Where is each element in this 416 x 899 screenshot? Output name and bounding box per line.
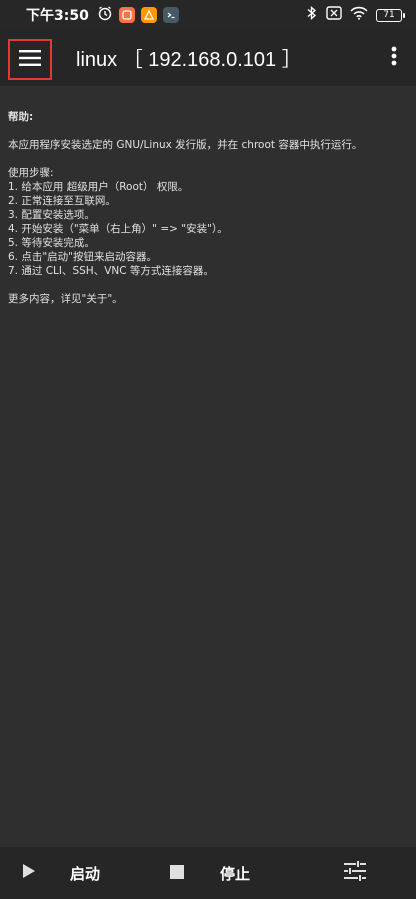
start-label: 启动 — [70, 864, 101, 883]
page-title: linux ［ 192.168.0.101 ］ — [76, 49, 302, 71]
steps-title: 使用步骤: — [8, 167, 54, 179]
bluetooth-icon — [306, 5, 318, 25]
status-system-icons: 71 — [306, 5, 405, 25]
navigation-menu-button[interactable] — [8, 39, 52, 80]
battery-icon: 71 — [376, 8, 405, 22]
app-notification-icon — [118, 7, 135, 23]
screen: 下午3:50 71 linux ［ 192.168.0.101 ］ 帮助: 本应… — [0, 0, 416, 899]
app-notification-icon-2 — [140, 7, 157, 23]
alarm-icon — [97, 5, 113, 25]
step-item: 5. 等待安装完成。 — [8, 237, 95, 249]
wifi-icon — [350, 6, 368, 24]
properties-button[interactable] — [344, 847, 366, 899]
step-item: 1. 给本应用 超级用户（Root） 权限。 — [8, 181, 189, 193]
start-button[interactable]: 启动 — [22, 847, 100, 899]
help-title: 帮助: — [8, 111, 34, 123]
step-item: 6. 点击"启动"按钮来启动容器。 — [8, 251, 158, 263]
step-item: 2. 正常连接至互联网。 — [8, 195, 116, 207]
help-more: 更多内容，详见"关于"。 — [8, 293, 123, 305]
terminal-notification-icon — [162, 7, 179, 23]
status-notification-icons — [97, 5, 179, 25]
no-sim-icon — [326, 6, 342, 24]
overflow-menu-button[interactable] — [382, 42, 406, 74]
step-item: 4. 开始安装（"菜单（右上角）" => "安装"）。 — [8, 223, 228, 235]
play-icon — [22, 863, 36, 883]
help-intro: 本应用程序安装选定的 GNU/Linux 发行版，并在 chroot 容器中执行… — [8, 139, 363, 151]
tune-icon — [344, 861, 366, 885]
step-item: 3. 配置安装选项。 — [8, 209, 95, 221]
app-toolbar: linux ［ 192.168.0.101 ］ — [0, 30, 416, 86]
stop-icon — [170, 864, 184, 883]
stop-label: 停止 — [220, 864, 251, 883]
more-vert-icon — [391, 46, 397, 70]
bottom-action-bar: 启动 停止 — [0, 847, 416, 899]
help-content: 帮助: 本应用程序安装选定的 GNU/Linux 发行版，并在 chroot 容… — [0, 86, 416, 846]
step-item: 7. 通过 CLI、SSH、VNC 等方式连接容器。 — [8, 265, 214, 277]
stop-button[interactable]: 停止 — [170, 847, 250, 899]
status-time: 下午3:50 — [26, 8, 89, 24]
status-bar: 下午3:50 71 — [0, 0, 416, 30]
hamburger-menu-icon — [19, 49, 41, 70]
